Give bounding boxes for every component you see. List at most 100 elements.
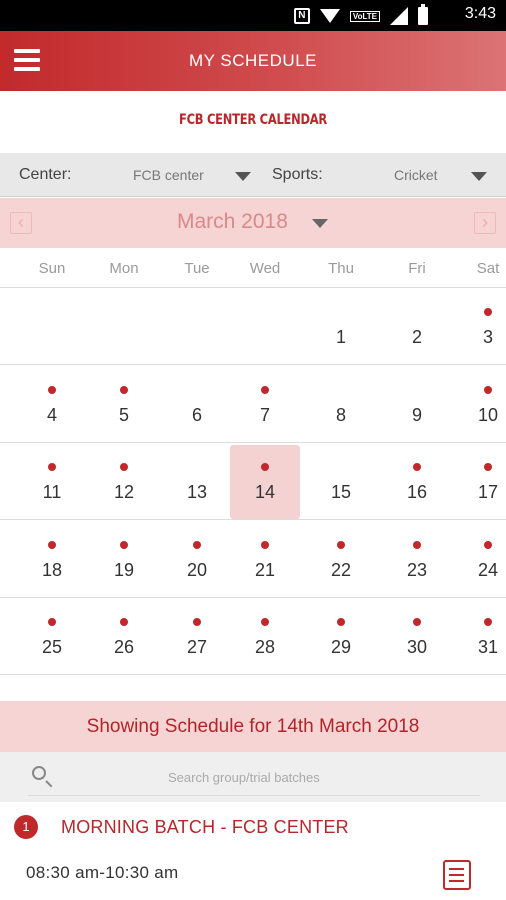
month-title[interactable]: March 2018 xyxy=(177,210,288,234)
weekday-tue: Tue xyxy=(184,260,210,277)
calendar-day-number: 29 xyxy=(330,637,352,657)
event-dot-icon xyxy=(120,386,128,394)
volte-icon: VoLTE xyxy=(349,10,380,22)
calendar-day[interactable]: 4 xyxy=(17,366,87,443)
calendar-day-number: 11 xyxy=(42,482,62,502)
weekday-sat: Sat xyxy=(476,260,500,277)
event-dot-icon xyxy=(337,618,345,626)
chevron-right-icon[interactable]: › xyxy=(474,212,496,234)
calendar-day[interactable]: 10 xyxy=(453,366,506,443)
event-dot-icon xyxy=(261,541,269,549)
search-bar xyxy=(0,752,506,802)
calendar-day-number: 5 xyxy=(118,405,129,425)
calendar-day[interactable]: 18 xyxy=(17,521,87,598)
calendar-day[interactable]: 24 xyxy=(453,521,506,598)
calendar-day-number: 31 xyxy=(477,637,499,657)
schedule-banner: Showing Schedule for 14th March 2018 xyxy=(0,701,506,752)
sports-select[interactable]: Cricket xyxy=(394,167,438,183)
batch-name: MORNING BATCH - FCB CENTER xyxy=(61,817,349,837)
app-bar: MY SCHEDULE xyxy=(0,31,506,91)
calendar-day[interactable]: 21 xyxy=(230,521,300,598)
calendar-day-number: 25 xyxy=(41,637,63,657)
event-dot-icon xyxy=(48,541,56,549)
calendar-day[interactable]: 28 xyxy=(230,598,300,675)
center-label: Center: xyxy=(19,166,72,183)
list-item[interactable]: 1 MORNING BATCH - FCB CENTER 08:30 am-10… xyxy=(0,805,506,900)
calendar-day-number: 13 xyxy=(186,482,208,502)
center-select[interactable]: FCB center xyxy=(133,167,204,183)
calendar-day[interactable]: 13 xyxy=(162,443,232,520)
calendar-day[interactable]: 8 xyxy=(306,366,376,443)
calendar-day-number: 12 xyxy=(113,482,135,502)
calendar-day[interactable]: 6 xyxy=(162,366,232,443)
filter-bar: Center: FCB center Sports: Cricket xyxy=(0,153,506,197)
event-dot-icon xyxy=(48,463,56,471)
list-icon[interactable] xyxy=(443,860,471,890)
calendar-day[interactable]: 29 xyxy=(306,598,376,675)
caret-down-icon[interactable] xyxy=(312,219,328,228)
calendar-day[interactable]: 9 xyxy=(382,366,452,443)
calendar-day[interactable]: 30 xyxy=(382,598,452,675)
weekday-sun: Sun xyxy=(38,260,66,277)
caret-down-icon[interactable] xyxy=(471,172,487,181)
nfc-icon: N xyxy=(293,8,310,24)
calendar-day[interactable]: 22 xyxy=(306,521,376,598)
calendar-day[interactable]: 25 xyxy=(17,598,87,675)
event-dot-icon xyxy=(484,463,492,471)
calendar-day[interactable]: 1 xyxy=(306,288,376,365)
calendar-day-number: 3 xyxy=(482,327,493,347)
calendar-day-number: 20 xyxy=(186,560,208,580)
calendar-day-number: 24 xyxy=(477,560,499,580)
calendar-day[interactable]: 17 xyxy=(453,443,506,520)
calendar-day-number: 22 xyxy=(330,560,352,580)
calendar-day-number: 7 xyxy=(259,405,270,425)
search-icon[interactable] xyxy=(32,766,46,780)
calendar-day[interactable]: 11 xyxy=(17,443,87,520)
event-dot-icon xyxy=(120,618,128,626)
calendar-day-number: 10 xyxy=(477,405,499,425)
calendar-day[interactable]: 23 xyxy=(382,521,452,598)
calendar-day-number: 2 xyxy=(411,327,422,347)
calendar-day[interactable]: 2 xyxy=(382,288,452,365)
weekday-wed: Wed xyxy=(249,260,281,277)
calendar-day[interactable]: 19 xyxy=(89,521,159,598)
calendar-day-number: 28 xyxy=(254,637,276,657)
search-input[interactable] xyxy=(168,770,418,785)
chevron-left-icon[interactable]: ‹ xyxy=(10,212,32,234)
caret-down-icon[interactable] xyxy=(235,172,251,181)
calendar-day[interactable]: 15 xyxy=(306,443,376,520)
calendar-heading: FCB CENTER CALENDAR xyxy=(178,112,328,128)
event-dot-icon xyxy=(193,618,201,626)
weekday-header: Sun Mon Tue Wed Thu Fri Sat xyxy=(0,250,506,288)
calendar-day[interactable]: 27 xyxy=(162,598,232,675)
search-box xyxy=(28,760,480,796)
calendar-day-selected[interactable]: 14 xyxy=(230,443,300,520)
event-dot-icon xyxy=(413,618,421,626)
calendar-week-row: 1 2 3 xyxy=(0,288,506,365)
calendar-day-number: 6 xyxy=(191,405,202,425)
calendar-day[interactable]: 26 xyxy=(89,598,159,675)
calendar-day-number: 23 xyxy=(406,560,428,580)
calendar-day-number: 30 xyxy=(406,637,428,657)
calendar-day[interactable]: 31 xyxy=(453,598,506,675)
calendar-day[interactable]: 12 xyxy=(89,443,159,520)
calendar-day[interactable]: 16 xyxy=(382,443,452,520)
month-navigation: ‹ March 2018 › xyxy=(0,198,506,248)
weekday-mon: Mon xyxy=(109,260,139,277)
calendar-day-number: 19 xyxy=(113,560,135,580)
calendar-day[interactable]: 5 xyxy=(89,366,159,443)
calendar-day-number: 16 xyxy=(406,482,428,502)
weekday-fri: Fri xyxy=(408,260,426,277)
event-dot-icon xyxy=(413,463,421,471)
event-dot-icon xyxy=(484,386,492,394)
battery-icon xyxy=(418,4,428,25)
calendar-day[interactable]: 7 xyxy=(230,366,300,443)
calendar-day-number: 15 xyxy=(330,482,352,502)
batch-time: 08:30 am-10:30 am xyxy=(26,863,179,882)
calendar-day[interactable]: 3 xyxy=(453,288,506,365)
calendar-day[interactable]: 20 xyxy=(162,521,232,598)
event-dot-icon xyxy=(261,618,269,626)
event-dot-icon xyxy=(48,618,56,626)
calendar-day-number: 27 xyxy=(186,637,208,657)
wifi-icon xyxy=(319,9,340,23)
